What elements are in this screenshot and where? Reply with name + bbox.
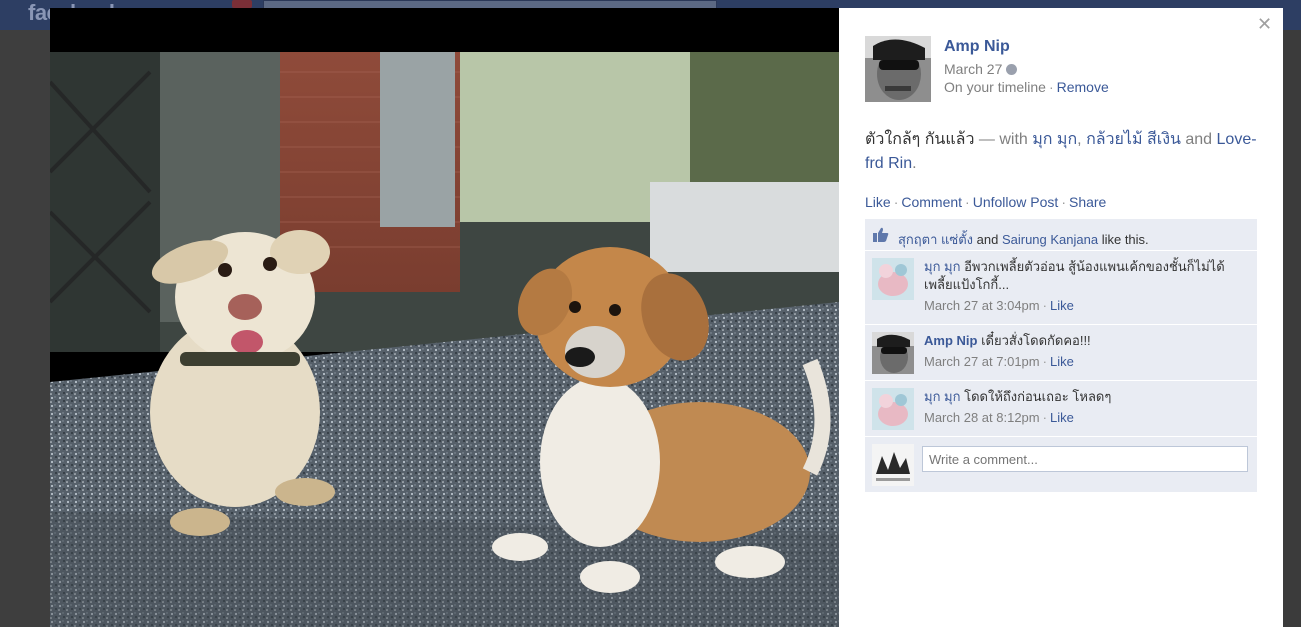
commenter-name[interactable]: มุก มุก [924,389,961,404]
caption-end: . [912,155,917,172]
post-actions: Like · Comment · Unfollow Post · Share [865,194,1106,210]
liker-2[interactable]: Sairung Kanjana [1002,232,1098,247]
liker-1[interactable]: สุกฤตา แซ่ตั้ง [898,232,973,247]
timeline-text: On your timeline [944,79,1046,95]
likes-summary: สุกฤตา แซ่ตั้ง and Sairung Kanjana like … [865,219,1257,251]
comment-item: มุก มุก อีพวกเพลี้ยตัวอ่อน สู้น้องแพนเค้… [865,251,1257,325]
separator: · [893,194,899,210]
globe-icon [1006,64,1018,75]
post-date-text[interactable]: March 27 [944,61,1002,77]
comment-text: อีพวกเพลี้ยตัวอ่อน สู้น้องแพนเค้กของชั้น… [924,259,1225,292]
separator: · [1042,410,1047,425]
commenter-avatar[interactable] [872,258,914,300]
comment-meta: March 27 at 7:01pm · Like [924,353,1249,371]
post-side-panel: ✕ Amp Nip March 27 On your timeline · Remo… [839,8,1283,627]
post-caption: ตัวใกล้ๆ กันแล้ว — with มุก มุก, กล้วยไม… [865,128,1265,176]
separator: · [1061,194,1066,210]
remove-link[interactable]: Remove [1057,79,1109,95]
comment-text: เดี๋ยวสั่งโดดกัดคอ!!! [977,333,1091,348]
separator: · [1048,79,1054,95]
close-icon[interactable]: ✕ [1257,14,1272,35]
caption-and: and [1180,131,1213,148]
post-date: March 27 [944,61,1018,77]
comment-like-link[interactable]: Like [1050,298,1074,313]
author-name[interactable]: Amp Nip [944,38,1010,56]
separator: · [1042,298,1047,313]
comment-like-link[interactable]: Like [1050,354,1074,369]
caption-comma: , [1077,131,1087,148]
comment-item: มุก มุก โดดให้ถึงก่อนเถอะ โหลดๆ March 28… [865,381,1257,437]
caption-text: ตัวใกล้ๆ กันแล้ว [865,131,975,148]
unfollow-post-link[interactable]: Unfollow Post [973,194,1059,210]
thumbs-up-icon [873,227,889,242]
caption-with: — with [974,131,1033,148]
separator: · [965,194,970,210]
comment-like-link[interactable]: Like [1050,410,1074,425]
tagged-user-2[interactable]: กล้วยไม้ สีเงิน [1086,131,1181,148]
comment-body: มุก มุก โดดให้ถึงก่อนเถอะ โหลดๆ March 28… [924,388,1249,427]
tagged-user-1[interactable]: มุก มุก [1032,131,1077,148]
comment-meta: March 27 at 3:04pm · Like [924,297,1249,315]
commenter-avatar[interactable] [872,388,914,430]
comment-time[interactable]: March 28 at 8:12pm [924,410,1040,425]
comment-body: มุก มุก อีพวกเพลี้ยตัวอ่อน สู้น้องแพนเค้… [924,258,1249,315]
likes-and: and [973,232,1002,247]
comment-meta: March 28 at 8:12pm · Like [924,409,1249,427]
comment-text: โดดให้ถึงก่อนเถอะ โหลดๆ [960,389,1112,404]
write-comment-row [865,437,1257,492]
likes-text: สุกฤตา แซ่ตั้ง and Sairung Kanjana like … [898,229,1149,250]
feedback-section: สุกฤตา แซ่ตั้ง and Sairung Kanjana like … [865,219,1257,492]
current-user-avatar [872,444,914,486]
author-avatar[interactable] [865,36,931,102]
separator: · [1042,354,1047,369]
comment-item: Amp Nip เดี๋ยวสั่งโดดกัดคอ!!! March 27 a… [865,325,1257,381]
like-link[interactable]: Like [865,194,891,210]
commenter-name[interactable]: Amp Nip [924,333,977,348]
commenter-avatar[interactable] [872,332,914,374]
photo-stage[interactable] [50,8,839,627]
share-link[interactable]: Share [1069,194,1106,210]
comment-link[interactable]: Comment [901,194,962,210]
overlay-right-edge [1283,30,1301,627]
dog-photo[interactable] [50,52,839,627]
comment-body: Amp Nip เดี๋ยวสั่งโดดกัดคอ!!! March 27 a… [924,332,1249,371]
commenter-name[interactable]: มุก มุก [924,259,961,274]
notification-badge[interactable] [232,0,252,8]
comment-time[interactable]: March 27 at 7:01pm [924,354,1040,369]
likes-suffix: like this. [1098,232,1149,247]
comment-time[interactable]: March 27 at 3:04pm [924,298,1040,313]
comment-input[interactable] [922,446,1248,472]
timeline-line: On your timeline · Remove [944,79,1109,95]
